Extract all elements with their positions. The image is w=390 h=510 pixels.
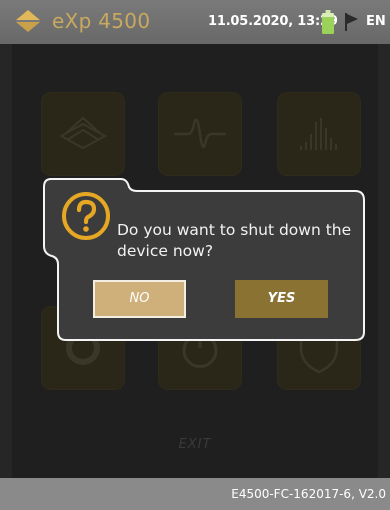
question-icon (62, 192, 110, 240)
shutdown-dialog: Do you want to shut down the device now?… (43, 178, 365, 341)
footer-bar: E4500-FC-162017-6, V2.0 (0, 478, 390, 510)
status-bar: eXp 4500 11.05.2020, 13:29 EN (0, 0, 390, 44)
language-indicator: EN (366, 14, 386, 29)
flag-icon (345, 13, 358, 31)
device-screen: eXp 4500 11.05.2020, 13:29 EN EXIT E4500… (0, 0, 390, 510)
spectrum-icon (300, 118, 337, 150)
waveform-icon (174, 118, 226, 148)
ground-scan-icon (58, 116, 108, 150)
app-name: eXp 4500 (52, 9, 151, 33)
dialog-message: Do you want to shut down the device now? (117, 221, 352, 260)
ground-scan-tile[interactable] (41, 92, 125, 176)
battery-icon (322, 10, 334, 34)
waveform-tile[interactable] (158, 92, 242, 176)
yes-button[interactable]: YES (235, 280, 328, 318)
no-button[interactable]: NO (93, 280, 186, 318)
date-time: 11.05.2020, 13:29 (208, 14, 338, 29)
device-logo-icon (16, 10, 40, 32)
exit-button[interactable]: EXIT (12, 437, 378, 452)
firmware-version: E4500-FC-162017-6, V2.0 (231, 487, 386, 501)
spectrum-tile[interactable] (277, 92, 361, 176)
